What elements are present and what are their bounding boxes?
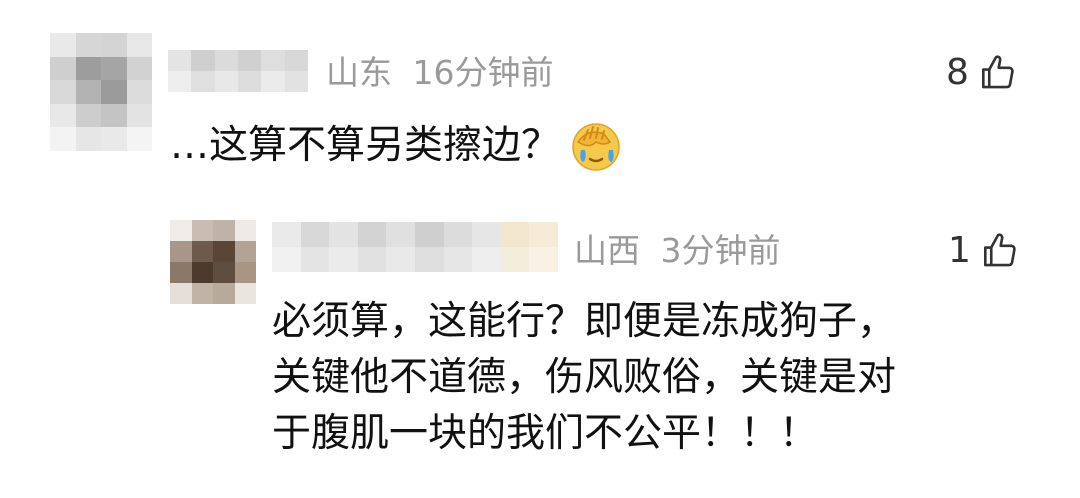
reply-text-line: 关键他不道德，伤风败俗，关键是对 (272, 355, 897, 400)
facepalm-crying-emoji-icon (572, 123, 620, 171)
thumbs-up-icon (981, 55, 1014, 89)
reply-text-line: 必须算，这能行？即便是冻成狗子， (272, 299, 897, 344)
reply-time: 3分钟前 (660, 231, 781, 270)
like-button[interactable]: 8 (946, 52, 1019, 94)
comment-text: …这算不算另类擦边？ (170, 123, 561, 168)
like-count: 8 (946, 52, 969, 93)
reply-text-line: 于腹肌一块的我们不公平！！！ (272, 411, 819, 456)
username[interactable] (168, 50, 308, 92)
reply-like-button[interactable]: 1 (948, 230, 1021, 272)
comment-body: …这算不算另类擦边？ (170, 118, 622, 174)
reply-body: 必须算，这能行？即便是冻成狗子， 关键他不道德，伤风败俗，关键是对 于腹肌一块的… (272, 294, 1052, 462)
reply-like-count: 1 (948, 230, 971, 271)
comment-meta: 山东 16分钟前 (326, 56, 554, 89)
reply-location: 山西 (574, 231, 640, 270)
reply-meta: 山西 3分钟前 (574, 234, 781, 267)
reply-username[interactable] (272, 222, 558, 272)
comment-location: 山东 (326, 53, 392, 92)
avatar[interactable] (50, 33, 152, 151)
thumbs-up-icon (983, 233, 1016, 267)
reply-avatar[interactable] (170, 220, 256, 304)
comment-time: 16分钟前 (412, 53, 554, 92)
